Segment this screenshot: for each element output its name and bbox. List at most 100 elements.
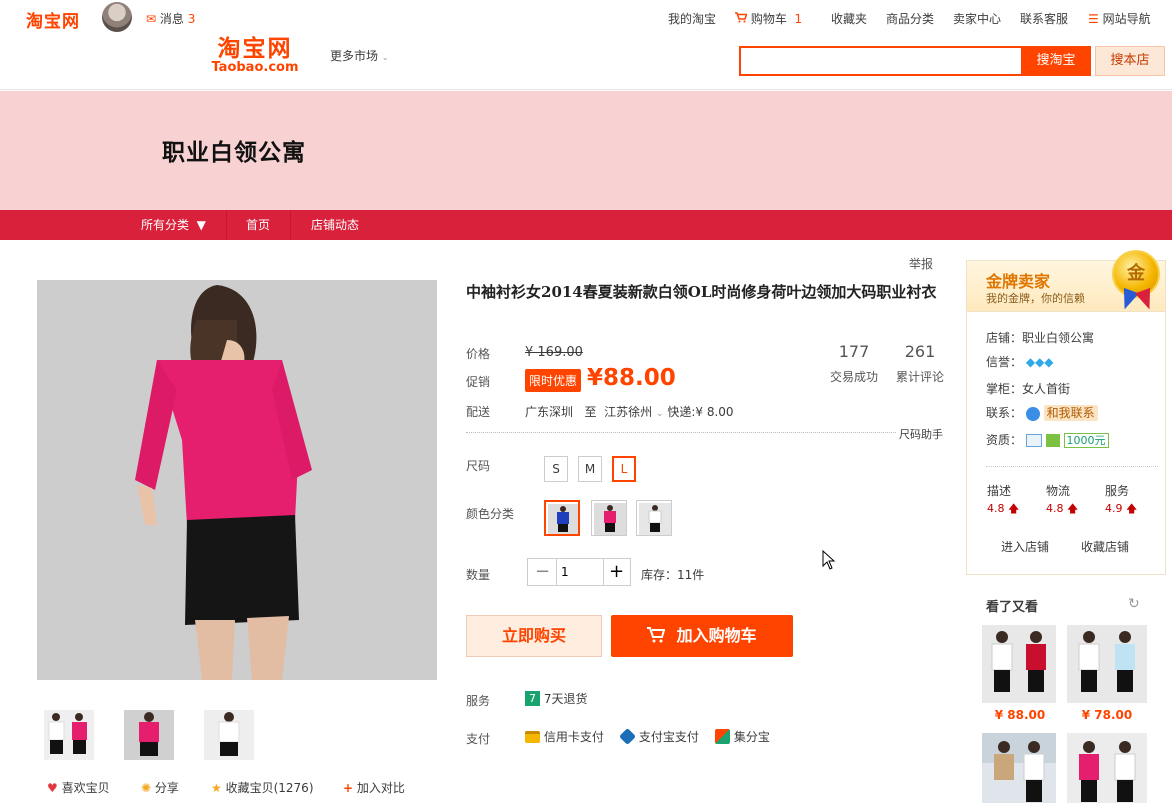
enter-shop-button[interactable]: 进入店铺	[1001, 538, 1049, 555]
pay-label: 支付	[466, 732, 491, 746]
score-desc-number: 4.8	[987, 502, 1005, 515]
qty-decrease-button[interactable]: −	[527, 558, 557, 586]
buy-now-button[interactable]: 立即购买	[466, 615, 602, 657]
recommend-photo	[1067, 625, 1147, 703]
search-taobao-button[interactable]: 搜淘宝	[1021, 46, 1091, 76]
logo-cn: 淘宝网	[217, 35, 293, 62]
pay-method-label: 信用卡支付	[543, 730, 604, 744]
seller-owner-row: 掌柜：女人首街	[986, 382, 1071, 396]
qty-input[interactable]: 1	[556, 558, 604, 586]
reviews-label[interactable]: 累计评论	[890, 368, 950, 385]
user-avatar[interactable]	[102, 2, 132, 32]
recommend-price-1: ¥ 88.00	[994, 708, 1046, 722]
gold-medal-icon: 金	[1112, 250, 1160, 298]
color-option-pink[interactable]	[591, 500, 627, 536]
score-service-label: 服务	[1105, 484, 1130, 498]
deals-label: 交易成功	[829, 370, 878, 384]
categories-link[interactable]: 商品分类	[886, 10, 934, 27]
site-nav-link[interactable]: ☰ 网站导航	[1088, 10, 1151, 27]
taobao-logo[interactable]: 淘宝网 Taobao.com	[205, 35, 305, 75]
qty-label: 数量	[466, 568, 491, 582]
search-input[interactable]	[739, 46, 1021, 76]
pay-jifenbao[interactable]: 集分宝	[715, 728, 770, 745]
recommend-item-4[interactable]	[1067, 733, 1147, 803]
my-taobao-link[interactable]: 我的淘宝	[668, 10, 716, 27]
color-option-white[interactable]	[636, 500, 672, 536]
thumbnail-1[interactable]	[44, 710, 94, 760]
chevron-down-icon: ⌄	[655, 409, 664, 419]
refresh-icon[interactable]: ↻	[1128, 596, 1140, 612]
recommend-item-1[interactable]	[982, 625, 1056, 703]
thumbnail-photo	[124, 710, 174, 760]
seller-contact-row: 联系： 和我联系	[986, 404, 1098, 421]
nav-all-categories-label: 所有分类	[141, 218, 190, 232]
shipping-info: 广东深圳 至 江苏徐州 ⌄ 快递:¥ 8.00	[525, 403, 734, 420]
recommend-item-3[interactable]	[982, 733, 1056, 803]
swatch-photo	[548, 504, 578, 534]
arrow-up-icon: 🡅	[1126, 502, 1138, 515]
id-card-icon	[1025, 434, 1042, 447]
like-item-button[interactable]: ♥ 喜欢宝贝	[47, 779, 110, 796]
heart-icon: ♥	[47, 781, 58, 795]
cart-link[interactable]: 购物车 1	[735, 10, 802, 27]
shop-nav: 所有分类 ▼ 首页 店铺动态	[0, 210, 1172, 240]
deals-count: 177	[838, 342, 870, 361]
product-title: 中袖衬衫女2014春夏装新款白领OL时尚修身荷叶边领加大码职业衬衣	[466, 283, 937, 301]
contact-service-link[interactable]: 联系客服	[1020, 10, 1068, 27]
messages-link[interactable]: ✉ 消息 3	[146, 10, 195, 27]
deposit-badge[interactable]: 1000元	[1063, 433, 1109, 448]
score-logistics-value: 4.8 🡅	[1046, 500, 1078, 519]
qual-label: 资质：	[986, 433, 1023, 447]
thumbnail-photo	[44, 710, 94, 760]
score-desc-value: 4.8 🡅	[987, 500, 1019, 519]
size-option-m[interactable]: M	[578, 456, 602, 482]
thumbnail-3[interactable]	[204, 710, 254, 760]
size-helper-link[interactable]: 尺码助手	[897, 426, 943, 442]
size-option-l[interactable]: L	[612, 456, 636, 482]
service-label: 服务	[466, 694, 491, 708]
share-button[interactable]: ✺ 分享	[141, 779, 179, 796]
product-main-image[interactable]	[37, 280, 437, 680]
gold-seller-title: 金牌卖家	[986, 272, 1051, 291]
nav-home[interactable]: 首页	[226, 210, 292, 240]
divider	[986, 466, 1158, 467]
ship-fee: 快递:¥ 8.00	[667, 405, 734, 419]
color-option-blue[interactable]	[544, 500, 580, 536]
taobao-logo-small[interactable]: 淘宝网	[26, 7, 80, 32]
product-photo	[37, 280, 437, 680]
recommend-item-2[interactable]	[1067, 625, 1147, 703]
ship-to-select[interactable]: 江苏徐州	[604, 405, 652, 419]
qty-increase-button[interactable]: +	[603, 558, 631, 586]
pay-method-label: 支付宝支付	[638, 730, 699, 744]
nav-shop-news[interactable]: 店铺动态	[291, 210, 379, 240]
thumbnail-2[interactable]	[124, 710, 174, 760]
add-compare-button[interactable]: + 加入对比	[343, 779, 405, 796]
seller-center-link[interactable]: 卖家中心	[953, 10, 1001, 27]
size-option-s[interactable]: S	[544, 456, 568, 482]
reviews-count[interactable]: 261	[890, 342, 950, 361]
nav-all-categories[interactable]: 所有分类 ▼	[121, 210, 227, 240]
recommend-price-2: ¥ 78.00	[1081, 708, 1133, 722]
pay-credit-card[interactable]: 信用卡支付	[525, 728, 604, 745]
recommend-title: 看了又看	[986, 600, 1039, 615]
report-link[interactable]: 举报	[909, 255, 933, 272]
favorite-item-button[interactable]: ★ 收藏宝贝(1276)	[211, 779, 314, 796]
logo-en: Taobao.com	[211, 60, 299, 75]
seller-shop-row[interactable]: 店铺：职业白领公寓	[986, 329, 1094, 346]
pay-alipay[interactable]: 支付宝支付	[619, 728, 699, 745]
favorite-shop-button[interactable]: 收藏店铺	[1081, 538, 1129, 555]
service-7day-return[interactable]: 7 7天退货	[525, 690, 587, 707]
credit-card-icon	[525, 730, 540, 743]
swatch-photo	[594, 503, 626, 535]
more-markets-dropdown[interactable]: 更多市场 ⌄	[330, 47, 389, 64]
like-label: 喜欢宝贝	[61, 781, 110, 795]
search-shop-button[interactable]: 搜本店	[1095, 46, 1165, 76]
recommend-photo	[982, 625, 1056, 703]
favorites-link[interactable]: 收藏夹	[831, 10, 867, 27]
arrow-up-icon: 🡅	[1008, 502, 1020, 515]
jifenbao-icon	[715, 729, 730, 744]
contact-me-button[interactable]: 和我联系	[1043, 405, 1098, 421]
add-to-cart-button[interactable]: 加入购物车	[611, 615, 793, 657]
messages-count: 3	[187, 12, 196, 26]
contact-label: 联系：	[986, 406, 1023, 420]
